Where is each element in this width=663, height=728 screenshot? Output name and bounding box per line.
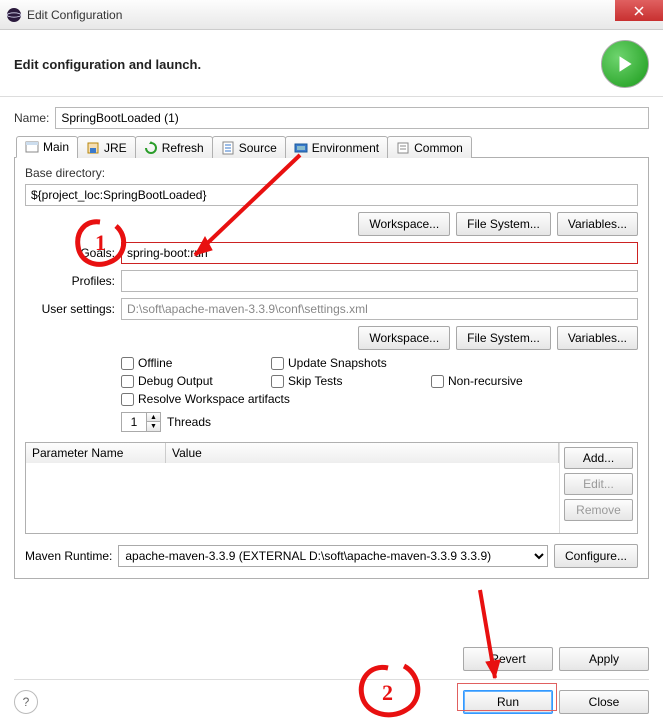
run-button[interactable]: Run xyxy=(463,690,553,714)
revert-button[interactable]: Revert xyxy=(463,647,553,671)
tab-jre-label: JRE xyxy=(104,141,127,155)
usersettings-input[interactable] xyxy=(121,298,638,320)
tab-environment[interactable]: Environment xyxy=(285,136,388,158)
filesystem-button-2[interactable]: File System... xyxy=(456,326,551,350)
window-close-button[interactable] xyxy=(615,0,663,21)
apply-button[interactable]: Apply xyxy=(559,647,649,671)
edit-button[interactable]: Edit... xyxy=(564,473,633,495)
debug-output-checkbox[interactable]: Debug Output xyxy=(121,374,271,388)
maven-runtime-select[interactable]: apache-maven-3.3.9 (EXTERNAL D:\soft\apa… xyxy=(118,545,548,567)
main-tab-icon xyxy=(25,140,39,154)
eclipse-icon xyxy=(6,7,22,23)
threads-label: Threads xyxy=(167,415,211,429)
non-recursive-checkbox[interactable]: Non-recursive xyxy=(431,374,581,388)
base-dir-input[interactable] xyxy=(25,184,638,206)
add-button[interactable]: Add... xyxy=(564,447,633,469)
threads-spinner[interactable]: ▲▼ xyxy=(121,412,161,432)
usersettings-label: User settings: xyxy=(25,302,115,316)
header-text: Edit configuration and launch. xyxy=(14,57,201,72)
main-tab-body: Base directory: Workspace... File System… xyxy=(14,158,649,579)
table-body[interactable] xyxy=(26,463,559,533)
tab-refresh[interactable]: Refresh xyxy=(135,136,213,158)
base-dir-label: Base directory: xyxy=(25,166,632,180)
variables-button-1[interactable]: Variables... xyxy=(557,212,638,236)
goals-label: Goals: xyxy=(25,246,115,260)
update-snapshots-checkbox[interactable]: Update Snapshots xyxy=(271,356,431,370)
window-titlebar: Edit Configuration xyxy=(0,0,663,30)
tab-common[interactable]: Common xyxy=(387,136,472,158)
remove-button[interactable]: Remove xyxy=(564,499,633,521)
table-col-name[interactable]: Parameter Name xyxy=(26,443,166,463)
profiles-input[interactable] xyxy=(121,270,638,292)
resolve-workspace-checkbox[interactable]: Resolve Workspace artifacts xyxy=(121,392,581,406)
close-button[interactable]: Close xyxy=(559,690,649,714)
tab-refresh-label: Refresh xyxy=(162,141,204,155)
environment-tab-icon xyxy=(294,141,308,155)
workspace-button-1[interactable]: Workspace... xyxy=(358,212,450,236)
threads-up-icon[interactable]: ▲ xyxy=(147,413,160,422)
window-title: Edit Configuration xyxy=(27,8,122,22)
source-tab-icon xyxy=(221,141,235,155)
help-button[interactable]: ? xyxy=(14,690,38,714)
parameters-table: Parameter Name Value Add... Edit... Remo… xyxy=(25,442,638,534)
variables-button-2[interactable]: Variables... xyxy=(557,326,638,350)
name-input[interactable] xyxy=(55,107,649,129)
tab-main[interactable]: Main xyxy=(16,136,78,158)
tab-main-label: Main xyxy=(43,140,69,154)
common-tab-icon xyxy=(396,141,410,155)
configure-button[interactable]: Configure... xyxy=(554,544,638,568)
offline-checkbox[interactable]: Offline xyxy=(121,356,271,370)
name-label: Name: xyxy=(14,111,49,125)
dialog-header: Edit configuration and launch. xyxy=(0,30,663,97)
tab-environment-label: Environment xyxy=(312,141,379,155)
profiles-label: Profiles: xyxy=(25,274,115,288)
threads-value[interactable] xyxy=(122,413,146,431)
tab-source-label: Source xyxy=(239,141,277,155)
skip-tests-checkbox[interactable]: Skip Tests xyxy=(271,374,431,388)
filesystem-button-1[interactable]: File System... xyxy=(456,212,551,236)
jre-tab-icon xyxy=(86,141,100,155)
tabs-bar: Main JRE Refresh Source Environment Comm… xyxy=(14,135,649,158)
threads-down-icon[interactable]: ▼ xyxy=(147,422,160,431)
goals-input[interactable] xyxy=(121,242,638,264)
tab-common-label: Common xyxy=(414,141,463,155)
refresh-tab-icon xyxy=(144,141,158,155)
maven-runtime-label: Maven Runtime: xyxy=(25,549,112,563)
run-icon xyxy=(601,40,649,88)
table-col-value[interactable]: Value xyxy=(166,443,559,463)
workspace-button-2[interactable]: Workspace... xyxy=(358,326,450,350)
tab-jre[interactable]: JRE xyxy=(77,136,136,158)
tab-source[interactable]: Source xyxy=(212,136,286,158)
